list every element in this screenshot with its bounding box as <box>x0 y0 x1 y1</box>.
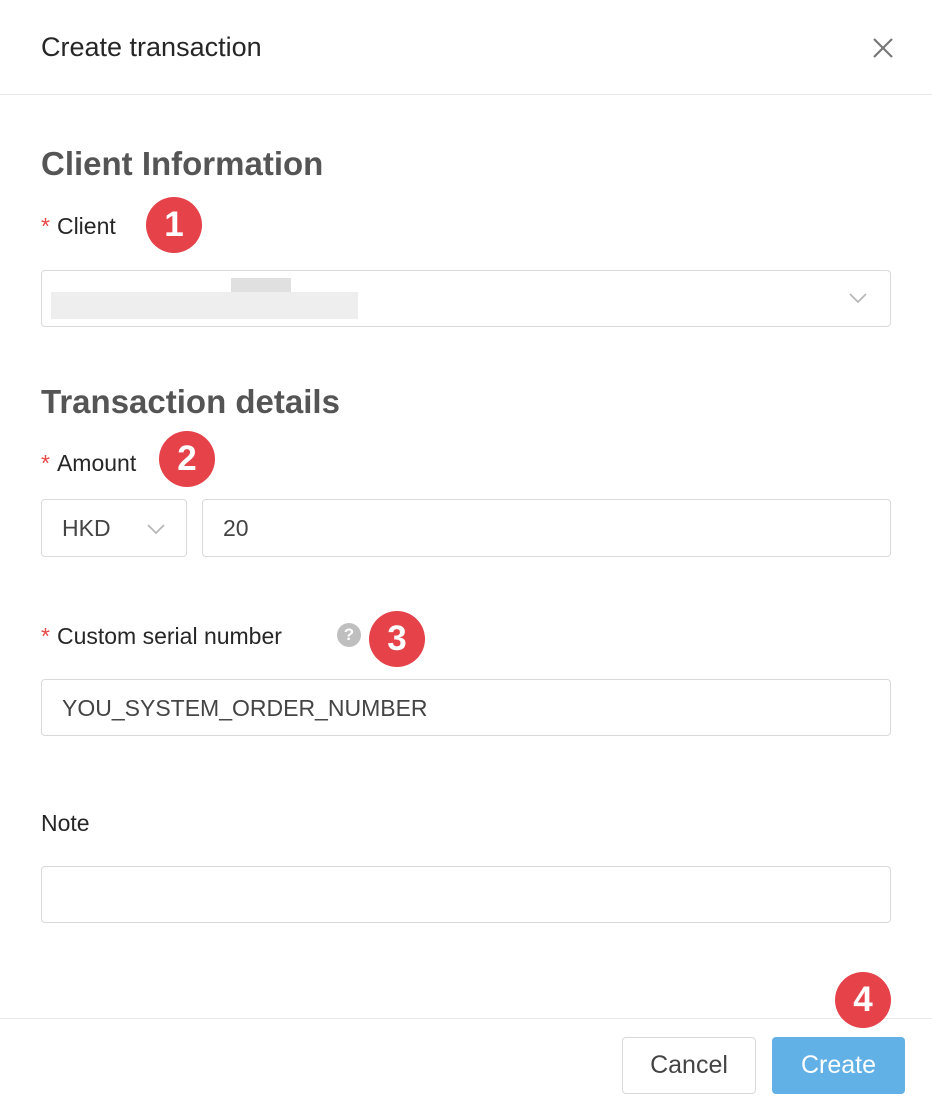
dialog-header: Create transaction <box>0 0 932 95</box>
step-marker-4: 4 <box>835 972 891 1028</box>
chevron-down-icon <box>147 524 165 535</box>
amount-label: * Amount <box>41 448 136 478</box>
required-mark: * <box>41 623 50 649</box>
serial-number-value: YOU_SYSTEM_ORDER_NUMBER <box>62 695 428 721</box>
client-select[interactable] <box>41 270 891 327</box>
serial-number-label: * Custom serial number <box>41 621 282 651</box>
client-label: * Client <box>41 211 116 241</box>
cancel-button[interactable]: Cancel <box>622 1037 756 1094</box>
create-button[interactable]: Create <box>772 1037 905 1094</box>
required-mark: * <box>41 213 50 239</box>
currency-value: HKD <box>62 515 111 541</box>
question-circle-icon[interactable]: ? <box>337 623 361 647</box>
dialog-title: Create transaction <box>41 32 262 62</box>
step-marker-1: 1 <box>146 197 202 253</box>
close-icon[interactable] <box>866 31 900 65</box>
transaction-details-heading: Transaction details <box>41 383 340 420</box>
redacted-block <box>231 278 291 292</box>
client-information-heading: Client Information <box>41 145 324 182</box>
step-marker-2: 2 <box>159 431 215 487</box>
required-mark: * <box>41 450 50 476</box>
client-label-text: Client <box>56 213 116 239</box>
note-input[interactable] <box>41 866 891 923</box>
chevron-down-icon <box>849 293 867 304</box>
amount-value: 20 <box>223 515 249 541</box>
currency-select[interactable]: HKD <box>41 499 187 557</box>
redacted-block <box>51 292 358 319</box>
amount-input[interactable]: 20 <box>202 499 891 557</box>
serial-number-input[interactable]: YOU_SYSTEM_ORDER_NUMBER <box>41 679 891 736</box>
step-marker-3: 3 <box>369 611 425 667</box>
serial-number-label-text: Custom serial number <box>56 623 282 649</box>
note-label: Note <box>41 810 90 836</box>
amount-label-text: Amount <box>56 450 137 476</box>
